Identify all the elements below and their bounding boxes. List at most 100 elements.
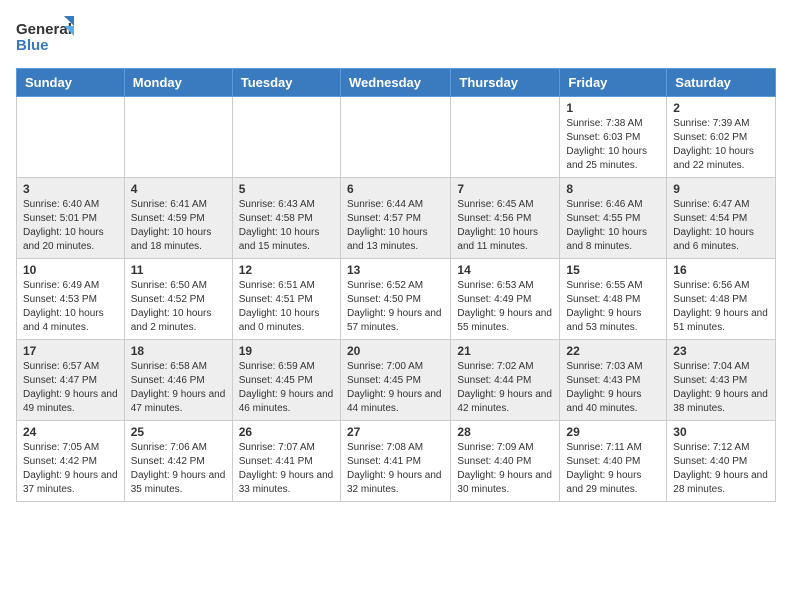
day-info: Sunrise: 6:43 AM Sunset: 4:58 PM Dayligh… xyxy=(239,198,334,254)
calendar-week-5: 24 Sunrise: 7:05 AM Sunset: 4:42 PM Dayli… xyxy=(17,421,776,502)
calendar-header-row: SundayMondayTuesdayWednesdayThursdayFrid… xyxy=(17,69,776,97)
calendar-cell xyxy=(340,97,450,178)
calendar-cell: 29Sunrise: 7:11 AM Sunset: 4:40 PM Dayli… xyxy=(560,421,667,502)
calendar-cell xyxy=(451,97,560,178)
day-number: 7 xyxy=(457,182,553,196)
day-number: 30 xyxy=(673,425,769,439)
day-number: 4 xyxy=(131,182,226,196)
calendar-cell: 26 Sunrise: 7:07 AM Sunset: 4:41 PM Dayli… xyxy=(232,421,340,502)
day-info: Sunrise: 7:12 AM Sunset: 4:40 PM Dayligh… xyxy=(673,441,769,497)
calendar-cell: 17Sunrise: 6:57 AM Sunset: 4:47 PM Dayli… xyxy=(17,340,125,421)
calendar-week-4: 17Sunrise: 6:57 AM Sunset: 4:47 PM Dayli… xyxy=(17,340,776,421)
logo: GeneralBlue xyxy=(16,16,76,58)
calendar-cell: 13 Sunrise: 6:52 AM Sunset: 4:50 PM Dayli… xyxy=(340,259,450,340)
day-info: Sunrise: 6:52 AM Sunset: 4:50 PM Dayligh… xyxy=(347,279,444,335)
calendar-cell xyxy=(17,97,125,178)
calendar-cell: 12 Sunrise: 6:51 AM Sunset: 4:51 PM Dayli… xyxy=(232,259,340,340)
day-number: 9 xyxy=(673,182,769,196)
day-info: Sunrise: 6:46 AM Sunset: 4:55 PM Dayligh… xyxy=(566,198,660,254)
day-number: 6 xyxy=(347,182,444,196)
day-number: 12 xyxy=(239,263,334,277)
calendar-week-3: 10Sunrise: 6:49 AM Sunset: 4:53 PM Dayli… xyxy=(17,259,776,340)
day-number: 18 xyxy=(131,344,226,358)
day-number: 15 xyxy=(566,263,660,277)
day-number: 8 xyxy=(566,182,660,196)
day-number: 5 xyxy=(239,182,334,196)
day-info: Sunrise: 7:02 AM Sunset: 4:44 PM Dayligh… xyxy=(457,360,553,416)
day-number: 10 xyxy=(23,263,118,277)
calendar-cell: 8 Sunrise: 6:46 AM Sunset: 4:55 PM Daylig… xyxy=(560,178,667,259)
calendar-cell: 22 Sunrise: 7:03 AM Sunset: 4:43 PM Dayli… xyxy=(560,340,667,421)
day-number: 14 xyxy=(457,263,553,277)
day-info: Sunrise: 7:38 AM Sunset: 6:03 PM Dayligh… xyxy=(566,117,660,173)
day-info: Sunrise: 6:55 AM Sunset: 4:48 PM Dayligh… xyxy=(566,279,660,335)
day-info: Sunrise: 7:05 AM Sunset: 4:42 PM Dayligh… xyxy=(23,441,118,497)
calendar-table: SundayMondayTuesdayWednesdayThursdayFrid… xyxy=(16,68,776,502)
calendar-cell: 21 Sunrise: 7:02 AM Sunset: 4:44 PM Dayli… xyxy=(451,340,560,421)
day-number: 23 xyxy=(673,344,769,358)
calendar-cell: 9 Sunrise: 6:47 AM Sunset: 4:54 PM Daylig… xyxy=(667,178,776,259)
day-number: 13 xyxy=(347,263,444,277)
day-info: Sunrise: 6:59 AM Sunset: 4:45 PM Dayligh… xyxy=(239,360,334,416)
day-info: Sunrise: 6:51 AM Sunset: 4:51 PM Dayligh… xyxy=(239,279,334,335)
day-info: Sunrise: 6:56 AM Sunset: 4:48 PM Dayligh… xyxy=(673,279,769,335)
calendar-cell: 20 Sunrise: 7:00 AM Sunset: 4:45 PM Dayli… xyxy=(340,340,450,421)
calendar-cell: 11Sunrise: 6:50 AM Sunset: 4:52 PM Dayli… xyxy=(124,259,232,340)
day-info: Sunrise: 7:04 AM Sunset: 4:43 PM Dayligh… xyxy=(673,360,769,416)
calendar-cell: 1 Sunrise: 7:38 AM Sunset: 6:03 PM Daylig… xyxy=(560,97,667,178)
day-number: 25 xyxy=(131,425,226,439)
day-number: 3 xyxy=(23,182,118,196)
day-number: 2 xyxy=(673,101,769,115)
calendar-week-1: 1 Sunrise: 7:38 AM Sunset: 6:03 PM Daylig… xyxy=(17,97,776,178)
calendar-cell: 6Sunrise: 6:44 AM Sunset: 4:57 PM Daylig… xyxy=(340,178,450,259)
calendar-cell: 19 Sunrise: 6:59 AM Sunset: 4:45 PM Dayli… xyxy=(232,340,340,421)
calendar-cell: 4 Sunrise: 6:41 AM Sunset: 4:59 PM Daylig… xyxy=(124,178,232,259)
calendar-cell: 14 Sunrise: 6:53 AM Sunset: 4:49 PM Dayli… xyxy=(451,259,560,340)
day-number: 21 xyxy=(457,344,553,358)
day-number: 19 xyxy=(239,344,334,358)
day-info: Sunrise: 7:06 AM Sunset: 4:42 PM Dayligh… xyxy=(131,441,226,497)
day-number: 16 xyxy=(673,263,769,277)
col-header-friday: Friday xyxy=(560,69,667,97)
day-info: Sunrise: 7:08 AM Sunset: 4:41 PM Dayligh… xyxy=(347,441,444,497)
day-info: Sunrise: 6:41 AM Sunset: 4:59 PM Dayligh… xyxy=(131,198,226,254)
col-header-wednesday: Wednesday xyxy=(340,69,450,97)
day-number: 20 xyxy=(347,344,444,358)
day-info: Sunrise: 6:57 AM Sunset: 4:47 PM Dayligh… xyxy=(23,360,118,416)
col-header-monday: Monday xyxy=(124,69,232,97)
day-info: Sunrise: 6:40 AM Sunset: 5:01 PM Dayligh… xyxy=(23,198,118,254)
day-info: Sunrise: 7:03 AM Sunset: 4:43 PM Dayligh… xyxy=(566,360,660,416)
calendar-cell: 10Sunrise: 6:49 AM Sunset: 4:53 PM Dayli… xyxy=(17,259,125,340)
page-header: GeneralBlue xyxy=(16,16,776,58)
svg-text:Blue: Blue xyxy=(16,37,49,54)
day-number: 22 xyxy=(566,344,660,358)
calendar-week-2: 3 Sunrise: 6:40 AM Sunset: 5:01 PM Daylig… xyxy=(17,178,776,259)
day-info: Sunrise: 6:53 AM Sunset: 4:49 PM Dayligh… xyxy=(457,279,553,335)
day-info: Sunrise: 7:00 AM Sunset: 4:45 PM Dayligh… xyxy=(347,360,444,416)
day-info: Sunrise: 6:50 AM Sunset: 4:52 PM Dayligh… xyxy=(131,279,226,335)
col-header-tuesday: Tuesday xyxy=(232,69,340,97)
day-number: 27 xyxy=(347,425,444,439)
day-info: Sunrise: 6:45 AM Sunset: 4:56 PM Dayligh… xyxy=(457,198,553,254)
day-info: Sunrise: 7:39 AM Sunset: 6:02 PM Dayligh… xyxy=(673,117,769,173)
day-number: 26 xyxy=(239,425,334,439)
col-header-sunday: Sunday xyxy=(17,69,125,97)
logo-svg: GeneralBlue xyxy=(16,16,76,58)
calendar-cell xyxy=(232,97,340,178)
day-number: 1 xyxy=(566,101,660,115)
day-number: 24 xyxy=(23,425,118,439)
calendar-cell: 16 Sunrise: 6:56 AM Sunset: 4:48 PM Dayli… xyxy=(667,259,776,340)
calendar-cell: 27 Sunrise: 7:08 AM Sunset: 4:41 PM Dayli… xyxy=(340,421,450,502)
calendar-cell: 3 Sunrise: 6:40 AM Sunset: 5:01 PM Daylig… xyxy=(17,178,125,259)
col-header-saturday: Saturday xyxy=(667,69,776,97)
calendar-cell: 24 Sunrise: 7:05 AM Sunset: 4:42 PM Dayli… xyxy=(17,421,125,502)
calendar-cell: 28Sunrise: 7:09 AM Sunset: 4:40 PM Dayli… xyxy=(451,421,560,502)
day-info: Sunrise: 6:58 AM Sunset: 4:46 PM Dayligh… xyxy=(131,360,226,416)
day-info: Sunrise: 6:47 AM Sunset: 4:54 PM Dayligh… xyxy=(673,198,769,254)
day-info: Sunrise: 7:07 AM Sunset: 4:41 PM Dayligh… xyxy=(239,441,334,497)
calendar-cell: 30 Sunrise: 7:12 AM Sunset: 4:40 PM Dayli… xyxy=(667,421,776,502)
calendar-cell: 15 Sunrise: 6:55 AM Sunset: 4:48 PM Dayli… xyxy=(560,259,667,340)
day-info: Sunrise: 7:11 AM Sunset: 4:40 PM Dayligh… xyxy=(566,441,660,497)
day-number: 28 xyxy=(457,425,553,439)
calendar-cell: 5 Sunrise: 6:43 AM Sunset: 4:58 PM Daylig… xyxy=(232,178,340,259)
